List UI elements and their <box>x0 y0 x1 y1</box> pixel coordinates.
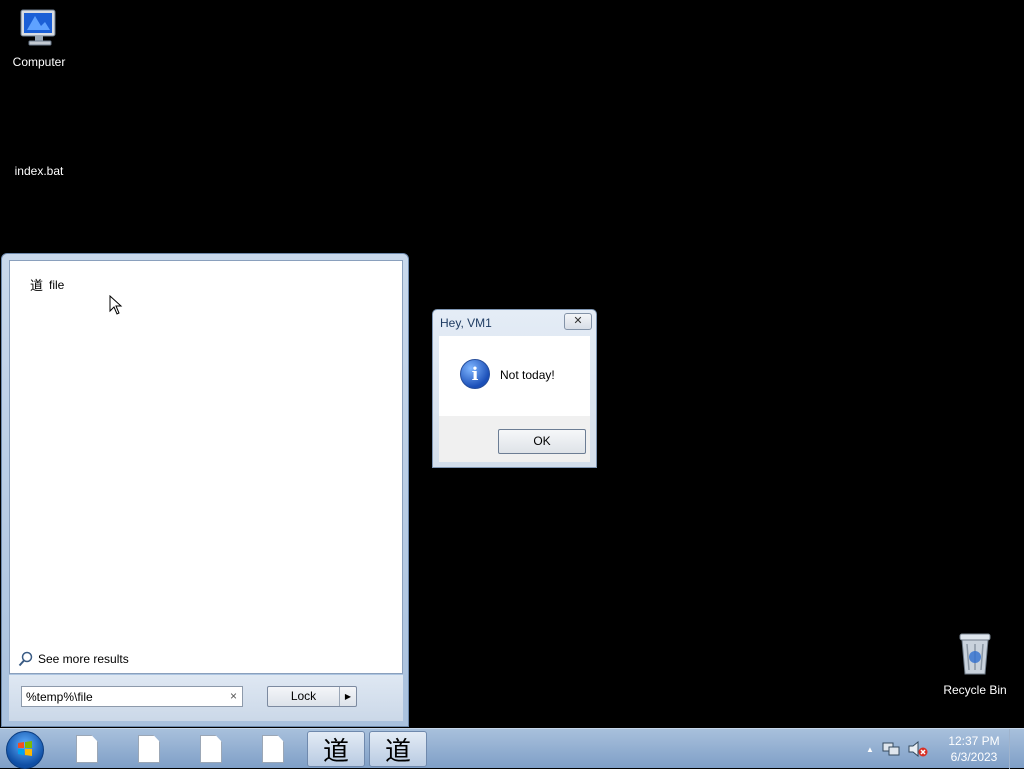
taskbar: 道 道 ▲ 12:37 PM 6/3/2023 <box>0 728 1024 769</box>
taskbar-button-document[interactable] <box>58 731 116 767</box>
message-box-dialog: Hey, VM1 ✕ i Not today! OK <box>432 309 597 468</box>
tao-icon: 道 <box>384 736 411 767</box>
volume-muted-icon[interactable] <box>908 741 928 757</box>
taskbar-button-tao[interactable]: 道 <box>369 731 427 767</box>
desktop-icon-computer[interactable]: Computer <box>1 8 77 69</box>
search-result-file[interactable]: 道 file <box>30 275 64 294</box>
shutdown-options-arrow-icon[interactable]: ▶ <box>339 687 356 706</box>
start-search-bar: %temp%\file × Lock ▶ <box>9 675 403 721</box>
show-desktop-button[interactable] <box>1009 729 1024 769</box>
clock-time: 12:37 PM <box>948 734 1000 748</box>
see-more-results-label: See more results <box>38 652 129 666</box>
magnifier-icon <box>18 651 33 667</box>
info-icon: i <box>460 359 490 389</box>
dialog-body: i Not today! <box>439 336 590 416</box>
see-more-results-link[interactable]: See more results <box>18 651 129 667</box>
document-icon <box>138 735 160 763</box>
desktop-icon-recycle-bin[interactable]: Recycle Bin <box>937 630 1013 697</box>
network-icon[interactable] <box>882 741 900 757</box>
desktop-icon-label: Recycle Bin <box>943 683 1007 697</box>
start-menu: 道 file See more results %temp%\file × Lo… <box>1 253 409 727</box>
desktop-icon-index-bat[interactable]: index.bat <box>1 162 77 178</box>
ok-button[interactable]: OK <box>498 429 586 454</box>
tao-icon: 道 <box>322 736 349 767</box>
desktop-icon-label: Computer <box>12 55 66 69</box>
search-results-pane: 道 file See more results <box>9 260 403 674</box>
close-icon: ✕ <box>573 315 583 327</box>
clear-search-icon[interactable]: × <box>230 689 237 703</box>
clock-date: 6/3/2023 <box>950 750 998 764</box>
document-icon <box>200 735 222 763</box>
start-button[interactable] <box>6 731 44 769</box>
taskbar-button-document[interactable] <box>120 731 178 767</box>
tao-icon: 道 <box>30 278 44 293</box>
dialog-message: Not today! <box>500 368 555 382</box>
dialog-footer: OK <box>439 416 590 462</box>
dialog-title: Hey, VM1 <box>440 316 492 330</box>
system-clock[interactable]: 12:37 PM 6/3/2023 <box>944 733 1004 765</box>
recycle-bin-icon <box>959 633 991 675</box>
notification-area: ▲ <box>866 729 928 769</box>
show-hidden-icons-icon[interactable]: ▲ <box>866 745 874 754</box>
search-result-label: file <box>49 277 65 292</box>
taskbar-button-tao[interactable]: 道 <box>307 731 365 767</box>
start-search-input[interactable]: %temp%\file × <box>21 686 243 707</box>
desktop-icon-label: index.bat <box>14 164 64 178</box>
close-button[interactable]: ✕ <box>564 313 592 330</box>
document-icon <box>262 735 284 763</box>
document-icon <box>76 735 98 763</box>
lock-button-label: Lock <box>290 689 317 703</box>
mouse-cursor-icon <box>109 295 123 315</box>
windows-logo-icon <box>18 741 32 756</box>
search-input-value: %temp%\file <box>26 690 93 704</box>
lock-button[interactable]: Lock ▶ <box>267 686 357 707</box>
taskbar-button-document[interactable] <box>244 731 302 767</box>
computer-icon <box>20 9 56 46</box>
taskbar-button-document[interactable] <box>182 731 240 767</box>
